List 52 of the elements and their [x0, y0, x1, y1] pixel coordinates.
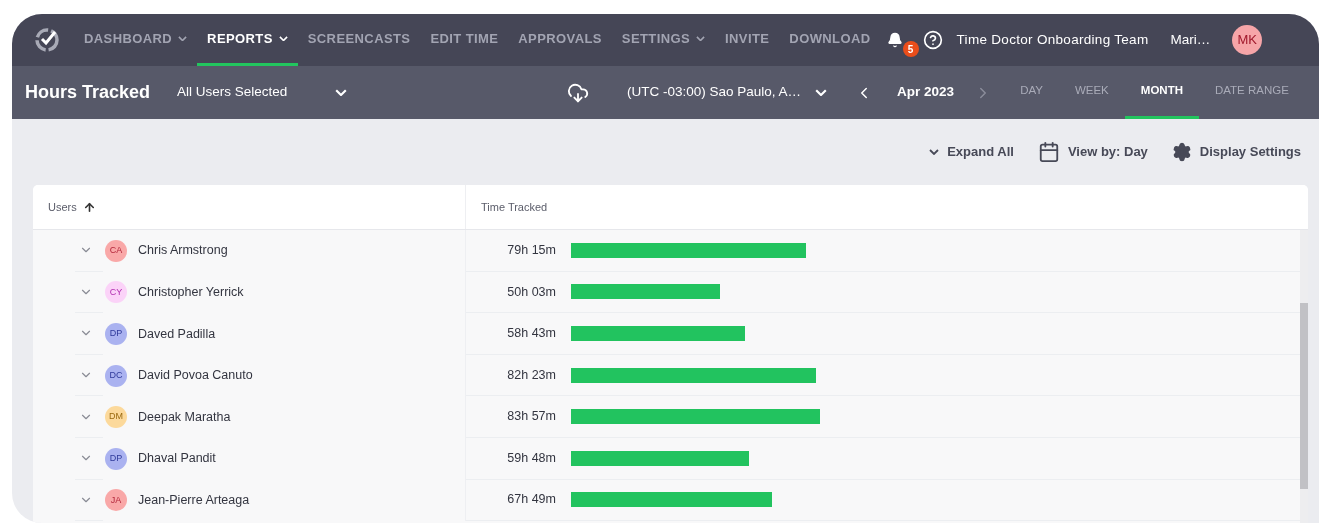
user-avatar[interactable]: MK — [1232, 25, 1263, 55]
period-label: Apr 2023 — [897, 83, 955, 102]
user-name[interactable]: Chris Armstrong — [138, 241, 228, 261]
page-title: Hours Tracked — [25, 81, 152, 104]
column-header[interactable]: Users — [48, 198, 77, 216]
toolbar-button[interactable]: Expand All — [929, 142, 1014, 162]
nav-tab[interactable]: APPROVALS — [508, 14, 612, 66]
users-dropdown[interactable]: All Users Selected — [177, 82, 347, 103]
nav-tab[interactable]: DOWNLOAD — [779, 14, 881, 66]
chevron-icon[interactable] — [178, 35, 188, 42]
toolbar-button[interactable]: View by: Day — [1037, 141, 1148, 163]
time-value: 67h 49m — [506, 491, 556, 509]
logo-icon[interactable] — [34, 27, 60, 53]
scrollbar-thumb[interactable] — [1300, 303, 1308, 489]
user-name[interactable]: Mari… — [1170, 29, 1211, 51]
nav-tab[interactable]: SETTINGS — [611, 14, 716, 66]
team-name[interactable]: Time Doctor Onboarding Team — [956, 29, 1149, 51]
nav-tab[interactable]: EDIT TIME — [420, 14, 509, 66]
time-value: 82h 23m — [506, 366, 556, 384]
bell-icon[interactable] — [886, 32, 903, 48]
user-name[interactable]: Jean-Pierre Arteaga — [138, 491, 250, 510]
sort-arrow-icon[interactable] — [82, 200, 96, 214]
toolbar-button[interactable]: Display Settings — [1171, 142, 1301, 162]
chevron-icon[interactable] — [929, 149, 940, 155]
nav-tab[interactable]: SCREENCASTS — [297, 14, 421, 66]
timezone-dropdown[interactable]: (UTC -03:00) Sao Paulo, A… — [627, 82, 828, 103]
user-avatar: CY — [105, 281, 127, 304]
time-value: 58h 43m — [506, 325, 556, 343]
notification-badge: 5 — [902, 41, 919, 57]
user-name[interactable]: Deepak Maratha — [138, 407, 231, 427]
user-avatar: CA — [105, 239, 127, 262]
chevron-icon[interactable] — [696, 35, 706, 42]
time-value: 50h 03m — [506, 283, 556, 301]
user-name[interactable]: Daved Padilla — [138, 324, 216, 344]
user-name[interactable]: Dhaval Pandit — [138, 449, 216, 469]
time-value: 79h 15m — [506, 241, 556, 259]
user-avatar: JA — [105, 489, 127, 512]
user-name[interactable]: David Povoa Canuto — [138, 366, 253, 385]
user-avatar: DP — [105, 323, 127, 345]
user-name[interactable]: Christopher Yerrick — [138, 283, 244, 302]
column-header[interactable]: Time Tracked — [466, 198, 548, 216]
user-avatar: DM — [105, 406, 127, 429]
user-avatar: DC — [105, 364, 127, 387]
nav-tab[interactable]: DASHBOARD — [74, 14, 198, 66]
user-avatar: DP — [105, 447, 127, 470]
nav-tab[interactable]: INVITE — [715, 14, 780, 66]
help-icon[interactable] — [922, 30, 943, 50]
cloud-download-icon[interactable] — [567, 81, 589, 104]
calendar-icon — [1037, 141, 1060, 163]
time-value: 83h 57m — [506, 408, 556, 426]
time-value: 59h 48m — [506, 449, 556, 467]
range-tab[interactable]: MONTH — [1124, 66, 1199, 119]
